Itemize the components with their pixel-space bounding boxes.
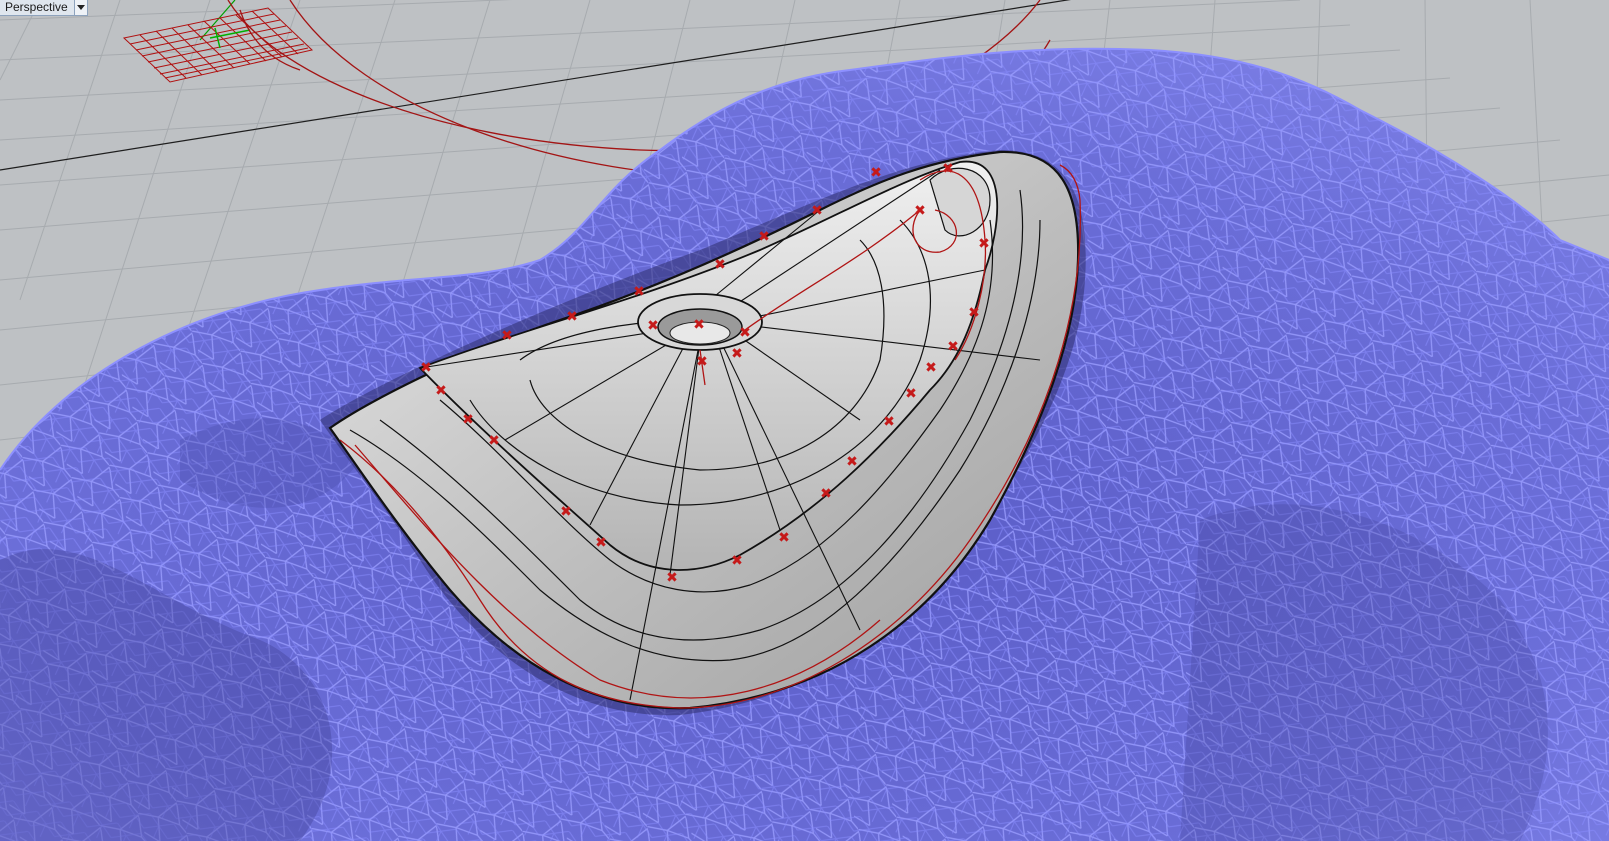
svg-text:✖: ✖ <box>488 433 500 449</box>
svg-text:✖: ✖ <box>462 412 474 428</box>
svg-text:✖: ✖ <box>435 383 447 399</box>
svg-text:✖: ✖ <box>883 414 895 430</box>
svg-text:✖: ✖ <box>693 317 705 333</box>
svg-text:✖: ✖ <box>968 305 980 321</box>
svg-text:✖: ✖ <box>647 318 659 334</box>
svg-text:✖: ✖ <box>560 504 572 520</box>
chevron-down-icon[interactable] <box>73 0 87 15</box>
svg-text:✖: ✖ <box>731 553 743 569</box>
svg-text:✖: ✖ <box>846 454 858 470</box>
svg-text:✖: ✖ <box>942 161 954 177</box>
svg-text:✖: ✖ <box>925 360 937 376</box>
svg-text:✖: ✖ <box>758 229 770 245</box>
perspective-viewport[interactable]: ✖ ✖ ✖ ✖ ✖ ✖ ✖ ✖ ✖ ✖ ✖ ✖ ✖ ✖ ✖ ✖ ✖ ✖ ✖ ✖ ✖ ✖ ✖ ✖ ✖ ✖ ✖ ✖ ✖ ✖ … <box>0 0 1609 841</box>
svg-text:✖: ✖ <box>714 257 726 273</box>
svg-text:✖: ✖ <box>811 203 823 219</box>
viewport-canvas[interactable]: ✖✖✖ ✖✖✖ ✖✖✖ ✖✖✖ ✖✖✖ ✖✖✖ ✖✖✖ ✖✖✖ ✖✖✖ ✖ ✖✖ … <box>0 0 1609 841</box>
svg-text:✖: ✖ <box>978 236 990 252</box>
svg-text:✖: ✖ <box>566 309 578 325</box>
svg-text:✖: ✖ <box>947 339 959 355</box>
svg-text:✖: ✖ <box>905 386 917 402</box>
svg-text:✖: ✖ <box>820 486 832 502</box>
svg-text:✖: ✖ <box>501 328 513 344</box>
svg-text:✖: ✖ <box>739 325 751 341</box>
svg-text:✖: ✖ <box>420 360 432 376</box>
svg-text:✖: ✖ <box>870 165 882 181</box>
viewport-title-tab[interactable]: Perspective <box>0 0 88 16</box>
svg-text:✖: ✖ <box>914 203 926 219</box>
svg-text:✖: ✖ <box>731 346 743 362</box>
svg-text:✖: ✖ <box>595 535 607 551</box>
svg-text:✖: ✖ <box>778 530 790 546</box>
svg-text:✖: ✖ <box>633 284 645 300</box>
svg-text:✖: ✖ <box>696 354 708 370</box>
viewport-title[interactable]: Perspective <box>0 0 74 15</box>
svg-text:✖: ✖ <box>666 570 678 586</box>
